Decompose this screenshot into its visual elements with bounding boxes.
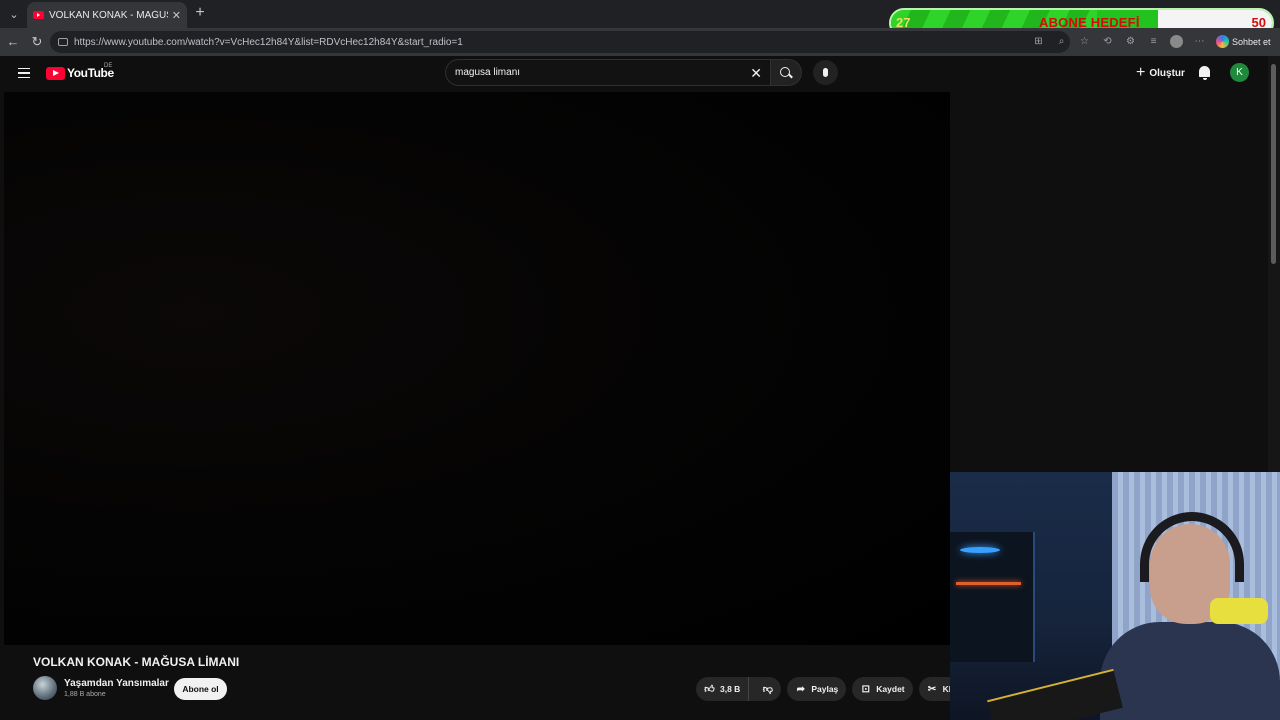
bookmark-icon: ⊡ xyxy=(861,683,870,695)
channel-name[interactable]: Yaşamdan Yansımalar xyxy=(64,678,169,689)
site-info-icon[interactable] xyxy=(58,38,68,46)
video-player[interactable] xyxy=(4,92,950,645)
back-arrow-icon[interactable]: ← xyxy=(5,34,21,50)
voice-search-button[interactable] xyxy=(813,60,838,85)
app-install-icon[interactable]: ⊞ xyxy=(1032,35,1045,48)
streamer-webcam xyxy=(950,472,1280,720)
search-input[interactable]: magusa limanı ✕ xyxy=(445,59,770,86)
youtube-favicon-icon xyxy=(33,11,44,19)
youtube-region-code: DE xyxy=(104,63,113,69)
tab-search-chevron-icon[interactable]: ⌄ xyxy=(4,4,24,24)
plus-icon: + xyxy=(1136,64,1146,81)
hamburger-menu-icon[interactable] xyxy=(18,68,30,78)
tab-title: VOLKAN KONAK - MAĞUSA LİMANI xyxy=(49,9,168,21)
webcam-microphone xyxy=(1210,598,1268,624)
youtube-masthead: YouTube DE magusa limanı ✕ + Oluştur K xyxy=(0,56,1268,92)
reload-icon[interactable]: ↻ xyxy=(29,34,45,50)
search-icon xyxy=(780,66,790,77)
video-actions: 👍︎ 3,8 B 👎︎ ➦ Paylaş ⊡ Kaydet ✂ Klip xyxy=(696,677,967,701)
tab-close-icon[interactable]: ✕ xyxy=(172,9,181,22)
like-dislike-group: 👍︎ 3,8 B 👎︎ xyxy=(696,677,782,701)
browser-tab-active[interactable]: VOLKAN KONAK - MAĞUSA LİMANI ✕ xyxy=(27,2,187,28)
create-label: Oluştur xyxy=(1149,67,1185,79)
copilot-button[interactable]: Sohbet et xyxy=(1216,35,1271,48)
extension-icon[interactable]: ⟲ xyxy=(1101,35,1114,48)
create-button[interactable]: + Oluştur xyxy=(1130,62,1191,84)
url-text: https://www.youtube.com/watch?v=VcHec12h… xyxy=(74,36,463,48)
favorites-list-icon[interactable]: ≡ xyxy=(1147,35,1160,48)
browser-profile-icon[interactable] xyxy=(1170,35,1183,48)
search-query: magusa limanı xyxy=(455,67,521,78)
scissors-icon: ✂ xyxy=(927,683,937,695)
microphone-icon xyxy=(823,68,828,77)
share-button[interactable]: ➦ Paylaş xyxy=(787,677,847,701)
copilot-label: Sohbet et xyxy=(1232,36,1271,47)
webcam-rgb-light xyxy=(960,547,1000,553)
dislike-button[interactable]: 👎︎ xyxy=(754,677,781,701)
webcam-led-strip xyxy=(956,582,1021,585)
save-label: Kaydet xyxy=(876,684,905,694)
copilot-icon xyxy=(1216,35,1229,48)
youtube-play-logo-icon xyxy=(46,66,65,80)
save-button[interactable]: ⊡ Kaydet xyxy=(852,677,913,701)
like-button[interactable]: 👍︎ 3,8 B xyxy=(696,677,750,701)
favorite-star-icon[interactable]: ☆ xyxy=(1078,35,1091,48)
thumbs-up-icon: 👍︎ xyxy=(704,683,715,695)
subscriber-count: 1,88 B abone xyxy=(64,691,106,698)
more-menu-icon[interactable]: ⋯ xyxy=(1193,35,1206,48)
video-title: VOLKAN KONAK - MAĞUSA LİMANI xyxy=(33,655,240,669)
browser-toolbar-icons: ⊞ ⌕ ☆ ⟲ ⚙ ≡ ⋯ xyxy=(1032,35,1206,48)
search-button[interactable] xyxy=(770,59,802,86)
clear-search-icon[interactable]: ✕ xyxy=(750,65,762,82)
notifications-bell-icon[interactable] xyxy=(1199,66,1210,80)
share-label: Paylaş xyxy=(811,684,839,694)
subscribe-button[interactable]: Abone ol xyxy=(174,678,227,700)
like-count: 3,8 B xyxy=(720,684,741,694)
address-bar[interactable]: https://www.youtube.com/watch?v=VcHec12h… xyxy=(50,31,1070,53)
channel-avatar[interactable] xyxy=(33,676,57,700)
extensions-puzzle-icon[interactable]: ⚙ xyxy=(1124,35,1137,48)
account-avatar[interactable]: K xyxy=(1230,63,1249,82)
webcam-person-body xyxy=(1100,622,1280,720)
new-tab-plus-icon[interactable]: + xyxy=(192,5,208,21)
page-scrollbar-thumb[interactable] xyxy=(1271,64,1276,264)
thumbs-down-icon: 👎︎ xyxy=(762,683,773,695)
youtube-logo[interactable]: YouTube DE xyxy=(46,63,114,80)
share-arrow-icon: ➦ xyxy=(796,683,806,695)
zoom-icon[interactable]: ⌕ xyxy=(1055,35,1068,48)
